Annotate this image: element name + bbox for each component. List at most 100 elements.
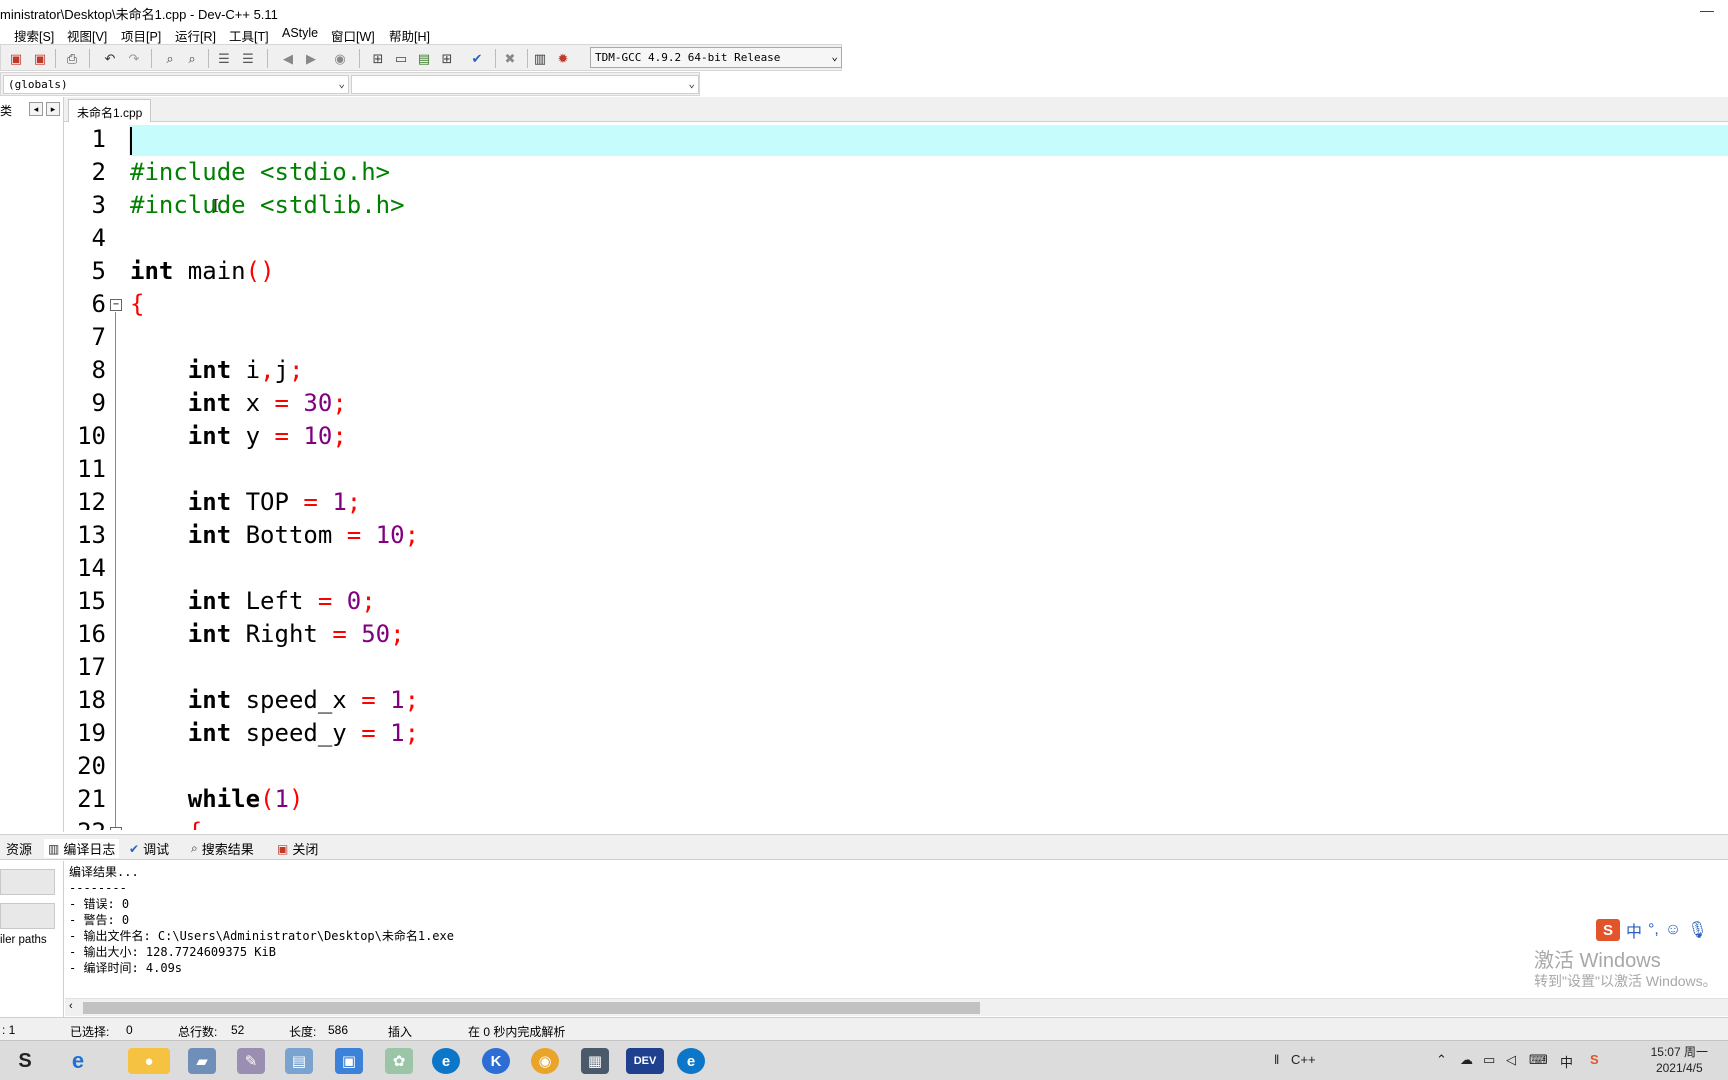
file-tab[interactable]: 未命名1.cpp	[68, 99, 152, 122]
log-line: - 输出大小: 128.7724609375 KiB	[69, 945, 276, 959]
log-line: - 编译时间: 4.09s	[69, 961, 183, 975]
fold-toggle-icon[interactable]: −	[110, 299, 122, 311]
menu-window[interactable]: 窗口[W]	[331, 26, 375, 45]
app-icon[interactable]: ▰	[188, 1048, 216, 1074]
display-icon[interactable]: ▭	[1483, 1052, 1495, 1068]
undo-icon[interactable]: ↶	[101, 49, 119, 67]
unindent-icon[interactable]: ☰	[239, 49, 257, 67]
code-line: {	[130, 290, 145, 318]
menu-view[interactable]: 视图[V]	[67, 26, 107, 45]
clock[interactable]: 15:07 周一 2021/4/5	[1651, 1044, 1708, 1076]
bookmark-icon[interactable]: ◀	[279, 49, 297, 67]
debug-icon[interactable]: ✹	[554, 49, 572, 67]
code-editor[interactable]: 1 2 3 4 5 6 7 8 9 10 11 12 13 14 15 16 1…	[64, 123, 1728, 830]
scrollbar-thumb[interactable]	[83, 1002, 980, 1014]
menu-project[interactable]: 项目[P]	[121, 26, 161, 45]
scope-member-select[interactable]: ⌄	[351, 75, 699, 94]
code-line: int TOP = 1;	[187, 488, 362, 516]
open-project-icon[interactable]: ▭	[392, 49, 410, 67]
edge-icon[interactable]: e	[432, 1048, 460, 1074]
emoji-icon[interactable]: ☺	[1665, 921, 1681, 939]
ime-toolbar[interactable]: S 中 °, ☺ 🎙	[1596, 916, 1708, 944]
check-icon[interactable]: ✔	[468, 49, 486, 67]
indent-icon[interactable]: ☰	[215, 49, 233, 67]
microphone-icon[interactable]: 🎙	[1687, 920, 1707, 940]
horizontal-scrollbar[interactable]: ‹	[65, 998, 1728, 1016]
delete-icon[interactable]: ✖	[501, 49, 519, 67]
profile-icon[interactable]: ▥	[531, 49, 549, 67]
tab-search-results[interactable]: ⌕ 搜索结果	[191, 839, 254, 858]
volume-icon[interactable]: ◁	[1506, 1052, 1516, 1068]
app-icon[interactable]: ▤	[285, 1048, 313, 1074]
code-line: while(1)	[187, 785, 304, 813]
menu-help[interactable]: 帮助[H]	[389, 26, 430, 45]
calculator-icon[interactable]: ▦	[581, 1048, 609, 1074]
sogou-tray-icon[interactable]: S	[1590, 1052, 1599, 1067]
scope-globals-select[interactable]: (globals) ⌄	[3, 75, 349, 94]
text-caret	[130, 127, 132, 155]
find-icon[interactable]: ⌕	[161, 49, 179, 67]
options-button[interactable]	[0, 903, 55, 929]
ie-icon[interactable]: e	[64, 1048, 92, 1074]
toolbar-separator	[208, 49, 209, 68]
chrome-icon[interactable]: ◉	[531, 1048, 559, 1074]
tab-close[interactable]: ▣ 关闭	[277, 839, 318, 858]
chevron-down-icon: ⌄	[338, 77, 345, 90]
clock-time: 15:07 周一	[1650, 1045, 1708, 1059]
keyboard-icon[interactable]: ⌨	[1529, 1052, 1548, 1068]
ime-tray-icon[interactable]: 中	[1560, 1052, 1573, 1071]
new-project-icon[interactable]: ⊞	[369, 49, 387, 67]
code-line: int speed_y = 1;	[187, 719, 420, 747]
redo-icon[interactable]: ↷	[125, 49, 143, 67]
compile-icon[interactable]: ▣	[7, 49, 25, 67]
menu-tools[interactable]: 工具[T]	[229, 26, 269, 45]
goto-icon[interactable]: ▶	[302, 49, 320, 67]
wechat-icon[interactable]: ●	[128, 1048, 170, 1074]
tab-resources[interactable]: 资源	[6, 839, 32, 858]
toolbar: ▣ ▣ ⎙ ↶ ↷ ⌕ ⌕ ☰ ☰ ◀ ▶ ◉ ⊞ ▭ ▤ ⊞ ✔ ✖ ▥ ✹ …	[0, 44, 842, 71]
ime-punct[interactable]: °,	[1648, 921, 1659, 939]
compiler-select[interactable]: TDM-GCC 4.9.2 64-bit Release ⌄	[590, 47, 842, 68]
chevron-right-icon[interactable]: ▸	[46, 102, 60, 116]
replace-icon[interactable]: ⌕	[183, 49, 201, 67]
layout-icon[interactable]: ⊞	[438, 49, 456, 67]
line-number: 6	[91, 290, 106, 318]
status-selected-value: 0	[126, 1023, 133, 1037]
toggle-icon[interactable]: ◉	[331, 49, 349, 67]
compile-log: 编译结果... -------- - 错误: 0 - 警告: 0 - 输出文件名…	[65, 862, 1728, 998]
line-number: 18	[77, 686, 106, 714]
log-line: - 警告: 0	[69, 913, 130, 927]
devcpp-icon[interactable]: DEV	[626, 1048, 664, 1074]
menu-bar: 搜索[S] 视图[V] 项目[P] 运行[R] 工具[T] AStyle 窗口[…	[0, 24, 1728, 44]
search-icon: ⌕	[191, 841, 198, 855]
app-icon[interactable]: ✿	[385, 1048, 413, 1074]
print-icon[interactable]: ⎙	[63, 49, 81, 67]
language-indicator[interactable]: C++	[1291, 1052, 1316, 1067]
menu-astyle[interactable]: AStyle	[282, 26, 318, 40]
options-button[interactable]	[0, 869, 55, 895]
chevron-left-icon[interactable]: ◂	[29, 102, 43, 116]
code-line: #include <stdlib.h>	[130, 191, 405, 219]
compile-run-icon[interactable]: ▣	[31, 49, 49, 67]
chevron-left-icon[interactable]: ‹	[69, 1000, 73, 1012]
menu-search[interactable]: 搜索[S]	[14, 26, 54, 45]
fold-guide	[115, 312, 116, 830]
tab-compile-log[interactable]: ▥ 编译日志	[44, 839, 120, 858]
tray-expand-icon[interactable]: ⌃	[1436, 1052, 1447, 1068]
photos-icon[interactable]: ▣	[335, 1048, 363, 1074]
class-tab[interactable]: 类	[0, 102, 12, 119]
start-logo-icon[interactable]: S	[11, 1048, 39, 1074]
class-browser-icon[interactable]: ▤	[415, 49, 433, 67]
separator-icon: ‖	[1274, 1052, 1280, 1067]
toolbar-separator	[359, 49, 360, 68]
ime-mode[interactable]: 中	[1626, 918, 1642, 942]
kingsoft-icon[interactable]: K	[482, 1048, 510, 1074]
minimize-button[interactable]: —	[1700, 2, 1714, 18]
menu-run[interactable]: 运行[R]	[175, 26, 216, 45]
edge-icon[interactable]: e	[677, 1048, 705, 1074]
app-icon[interactable]: ✎	[237, 1048, 265, 1074]
network-icon[interactable]: ☁	[1460, 1052, 1473, 1068]
fold-toggle-icon[interactable]: −	[110, 827, 122, 830]
tab-debug[interactable]: ✔ 调试	[129, 839, 169, 858]
code-line: int Left = 0;	[187, 587, 376, 615]
